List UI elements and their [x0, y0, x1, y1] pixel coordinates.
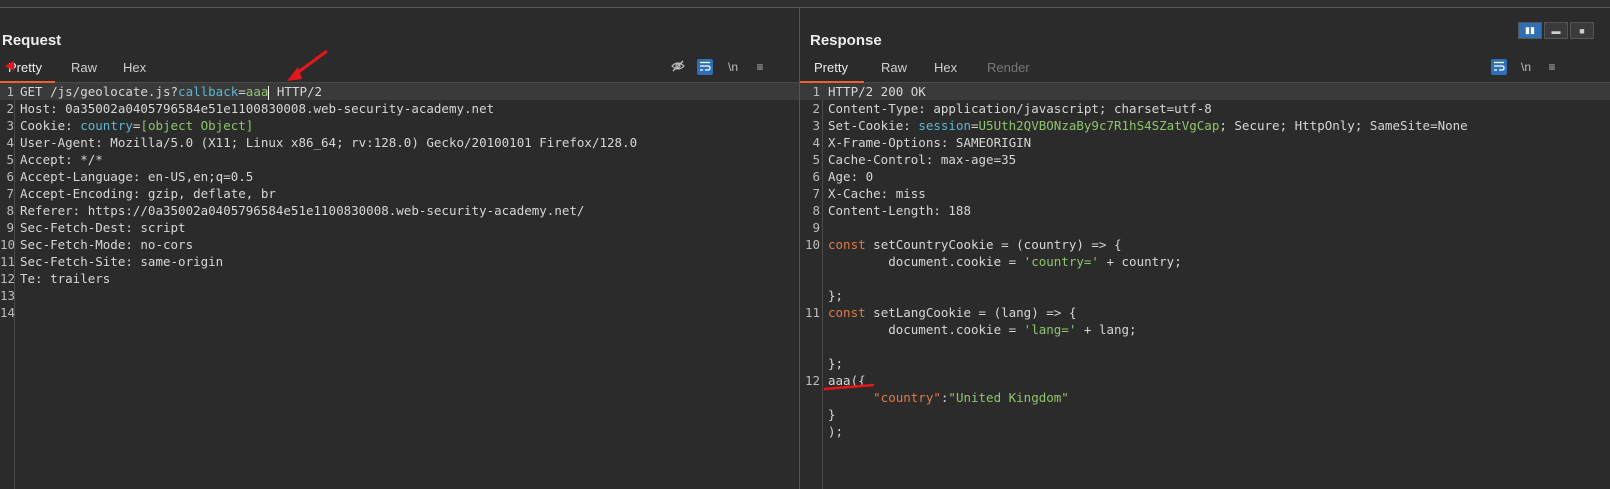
underline-annotation: [823, 383, 875, 391]
arrow-annotation-icon: [287, 49, 328, 81]
annotation-overlay: [5, 49, 875, 391]
arrow-annotation-small-icon: [5, 61, 14, 71]
